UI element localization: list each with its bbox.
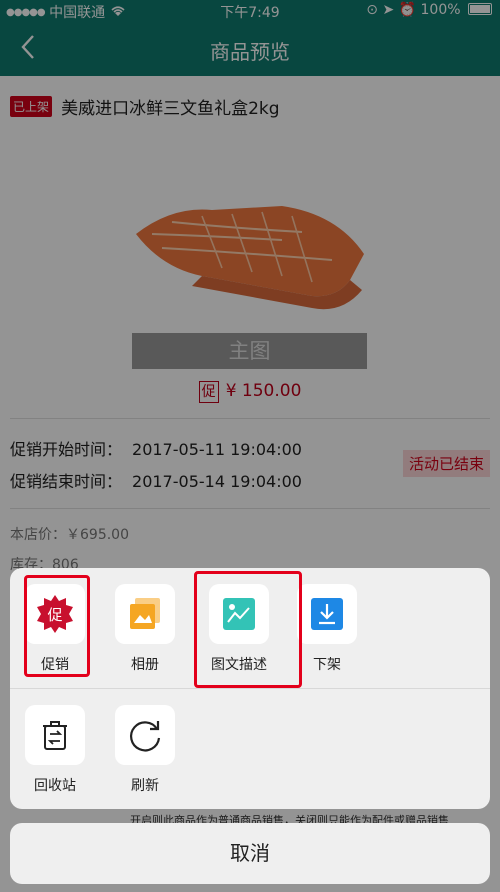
recycle-bin-tile [25, 705, 85, 765]
refresh-icon [130, 721, 161, 752]
highlight-box-image-description [194, 571, 302, 688]
recycle-bin-button[interactable]: 回收站 [24, 705, 86, 795]
album-label: 相册 [131, 657, 159, 673]
highlight-box-promotion [24, 575, 90, 677]
album-button[interactable]: 相册 [114, 584, 176, 674]
recycle-bin-icon [43, 721, 67, 750]
take-down-button[interactable]: 下架 [296, 584, 358, 674]
action-row-2: 回收站 刷新 [10, 689, 490, 809]
refresh-tile [115, 705, 175, 765]
refresh-button[interactable]: 刷新 [114, 705, 176, 795]
refresh-label: 刷新 [131, 778, 159, 794]
take-down-label: 下架 [313, 657, 341, 673]
recycle-bin-label: 回收站 [34, 778, 76, 794]
cancel-button[interactable]: 取消 [10, 823, 490, 884]
take-down-tile [297, 584, 357, 644]
album-tile [115, 584, 175, 644]
album-icon [130, 598, 160, 629]
take-down-icon [311, 598, 343, 630]
